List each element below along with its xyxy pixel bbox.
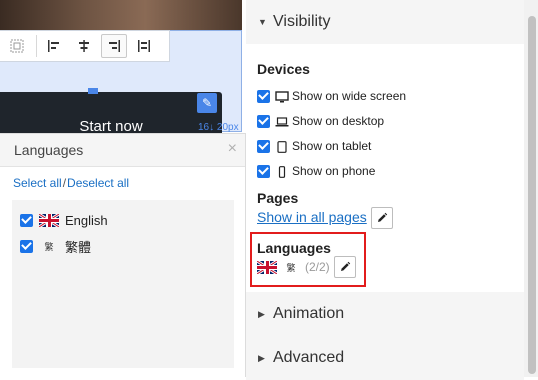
scrollbar-thumb[interactable] bbox=[528, 16, 536, 374]
select-links: Select all/Deselect all bbox=[13, 176, 129, 190]
language-label: 繁體 bbox=[65, 239, 92, 255]
toolbar-divider bbox=[36, 35, 37, 57]
device-label: Show on wide screen bbox=[292, 89, 407, 103]
language-list: English 繁 繁體 bbox=[12, 200, 234, 368]
devices-title: Devices bbox=[257, 61, 310, 77]
device-row-phone[interactable]: Show on phone bbox=[257, 162, 375, 180]
pencil-icon bbox=[378, 212, 388, 222]
start-now-button[interactable]: Start now bbox=[0, 92, 222, 137]
desktop-checkbox[interactable] bbox=[257, 114, 270, 128]
caret-right-icon: ▶ bbox=[258, 352, 265, 363]
device-label: Show on tablet bbox=[292, 139, 372, 153]
show-in-all-pages-link[interactable]: Show in all pages bbox=[257, 209, 367, 225]
device-row-desktop[interactable]: Show on desktop bbox=[257, 112, 384, 130]
wide-screen-checkbox[interactable] bbox=[257, 89, 270, 103]
background-image bbox=[0, 0, 242, 30]
pages-title: Pages bbox=[257, 190, 299, 206]
resize-handle[interactable] bbox=[88, 88, 98, 94]
frame-icon[interactable] bbox=[4, 34, 30, 58]
languages-highlight-box bbox=[250, 232, 366, 287]
edit-pages-button[interactable] bbox=[371, 207, 393, 229]
close-icon[interactable]: × bbox=[228, 140, 237, 158]
section-title: Advanced bbox=[273, 349, 345, 366]
align-right-icon[interactable] bbox=[101, 34, 127, 58]
device-label: Show on phone bbox=[292, 164, 376, 178]
traditional-chinese-flag-icon: 繁 bbox=[44, 241, 54, 252]
monitor-icon bbox=[275, 90, 289, 103]
deselect-all-link[interactable]: Deselect all bbox=[67, 176, 129, 190]
align-left-icon[interactable] bbox=[41, 34, 67, 58]
dimension-label: 16↓ 20px bbox=[198, 122, 239, 133]
caret-down-icon: ▼ bbox=[258, 17, 267, 27]
tablet-icon bbox=[275, 140, 289, 153]
uk-flag-icon bbox=[39, 213, 59, 227]
caret-right-icon: ▶ bbox=[258, 308, 265, 319]
list-item-english[interactable]: English bbox=[20, 210, 108, 230]
traditional-chinese-checkbox[interactable] bbox=[20, 239, 33, 253]
edit-pencil-icon[interactable]: ✎ bbox=[197, 93, 217, 113]
section-title: Animation bbox=[273, 305, 345, 322]
phone-icon bbox=[275, 165, 289, 178]
device-row-tablet[interactable]: Show on tablet bbox=[257, 137, 371, 155]
device-label: Show on desktop bbox=[292, 114, 385, 128]
tablet-checkbox[interactable] bbox=[257, 139, 270, 153]
device-row-wide-screen[interactable]: Show on wide screen bbox=[257, 87, 406, 105]
laptop-icon bbox=[275, 115, 289, 127]
language-label: English bbox=[65, 212, 108, 228]
advanced-section-header[interactable]: ▶ Advanced bbox=[246, 336, 524, 380]
visibility-section-header[interactable]: ▼ Visibility bbox=[246, 0, 524, 44]
list-item-traditional-chinese[interactable]: 繁 繁體 bbox=[20, 236, 91, 256]
english-checkbox[interactable] bbox=[20, 213, 33, 227]
select-all-link[interactable]: Select all bbox=[13, 176, 62, 190]
settings-panel: ▼ Visibility Devices Show on wide screen… bbox=[246, 0, 524, 380]
popup-title: Languages bbox=[14, 142, 84, 158]
popup-header: Languages × bbox=[0, 134, 245, 167]
section-title: Visibility bbox=[273, 13, 331, 30]
animation-section-header[interactable]: ▶ Animation bbox=[246, 292, 524, 336]
align-justify-icon[interactable] bbox=[131, 34, 157, 58]
phone-checkbox[interactable] bbox=[257, 164, 270, 178]
alignment-toolbar bbox=[0, 30, 170, 62]
link-separator: / bbox=[62, 176, 67, 190]
align-center-icon[interactable] bbox=[71, 34, 97, 58]
languages-popup: Languages × Select all/Deselect all Engl… bbox=[0, 133, 246, 377]
